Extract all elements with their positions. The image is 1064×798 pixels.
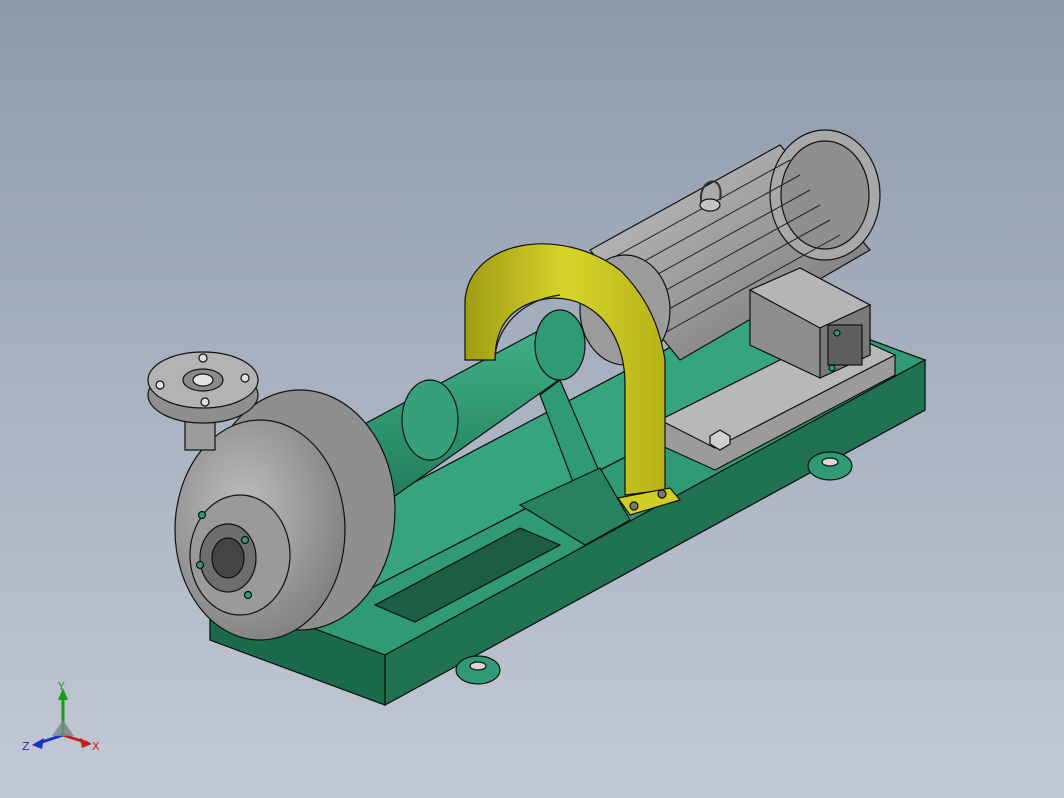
y-axis-label: Y [57,680,65,693]
pump-assembly-model[interactable] [0,0,1064,798]
x-axis-label: X [92,740,100,753]
coordinate-triad: Y X Z [22,680,100,753]
cad-viewport[interactable]: Y X Z [0,0,1064,798]
z-axis-label: Z [22,740,30,753]
